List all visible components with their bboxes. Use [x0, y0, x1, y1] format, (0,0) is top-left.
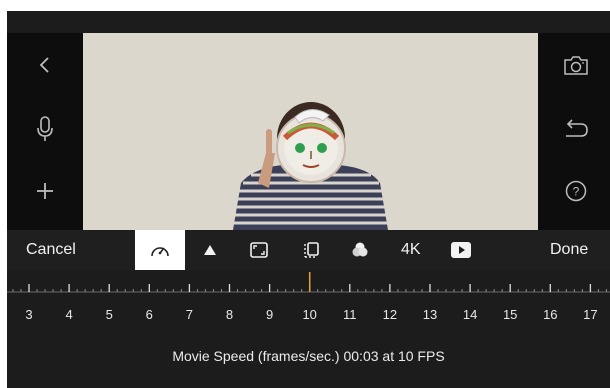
speedometer-icon — [151, 247, 169, 257]
help-label: ? — [573, 185, 580, 199]
frames-icon — [304, 242, 319, 258]
speed-caption: Movie Speed (frames/sec.) 00:03 at 10 FP… — [172, 348, 445, 364]
ruler-label: 6 — [145, 307, 153, 322]
plus-icon — [37, 183, 53, 199]
play-button[interactable] — [441, 230, 481, 270]
left-sidebar — [7, 33, 83, 230]
speed-tool-button[interactable] — [135, 230, 185, 270]
ruler-label: 8 — [225, 307, 234, 322]
ruler-label: 14 — [462, 307, 478, 322]
ruler-label: 5 — [105, 307, 113, 322]
ruler-label: 9 — [265, 307, 274, 322]
ruler-label: 4 — [65, 307, 73, 322]
microphone-icon — [37, 116, 53, 141]
triangle-tool-button[interactable] — [190, 230, 230, 270]
ruler-ticks — [7, 272, 610, 293]
help-button[interactable]: ? — [556, 171, 596, 211]
color-circles-icon — [352, 242, 368, 257]
color-filter-button[interactable] — [340, 230, 380, 270]
triangle-up-icon — [204, 245, 216, 255]
edit-toolbar: Cancel 4K Done — [7, 230, 610, 270]
done-button[interactable]: Done — [550, 230, 588, 270]
frames-tool-button[interactable] — [291, 230, 331, 270]
right-sidebar: ? — [538, 33, 610, 230]
aspect-ratio-icon — [250, 242, 268, 258]
ruler-label: 13 — [422, 307, 438, 322]
ruler-label: 17 — [583, 307, 598, 322]
camera-button[interactable] — [556, 45, 596, 85]
preview-image — [83, 33, 538, 230]
ruler-label: 11 — [343, 307, 357, 322]
add-button[interactable] — [25, 171, 65, 211]
undo-icon — [566, 119, 588, 137]
aspect-tool-button[interactable] — [239, 230, 279, 270]
video-preview[interactable] — [83, 33, 538, 230]
top-bar — [7, 11, 610, 33]
ruler-label: 15 — [502, 307, 518, 322]
fps-ruler[interactable]: 3 4 5 6 7 8 9 10 11 12 13 14 15 16 17 — [7, 270, 610, 340]
camera-icon — [564, 56, 588, 75]
ruler-label: 7 — [185, 307, 193, 322]
app-window: ? Cancel 4K Done 3 4 5 6 7 8 9 10 11 12 … — [7, 11, 610, 388]
ruler-label: 3 — [25, 307, 33, 322]
resolution-button[interactable]: 4K — [401, 230, 421, 270]
ruler-label: 10 — [302, 307, 317, 322]
chevron-left-icon — [39, 57, 49, 73]
caption-bar: Movie Speed (frames/sec.) 00:03 at 10 FP… — [7, 340, 610, 388]
ruler-label: 12 — [382, 307, 398, 322]
cancel-button[interactable]: Cancel — [26, 230, 76, 270]
microphone-button[interactable] — [25, 109, 65, 149]
ruler-label: 16 — [543, 307, 558, 322]
undo-button[interactable] — [556, 109, 596, 149]
play-icon — [451, 242, 471, 258]
help-icon: ? — [565, 180, 587, 202]
back-button[interactable] — [25, 45, 65, 85]
